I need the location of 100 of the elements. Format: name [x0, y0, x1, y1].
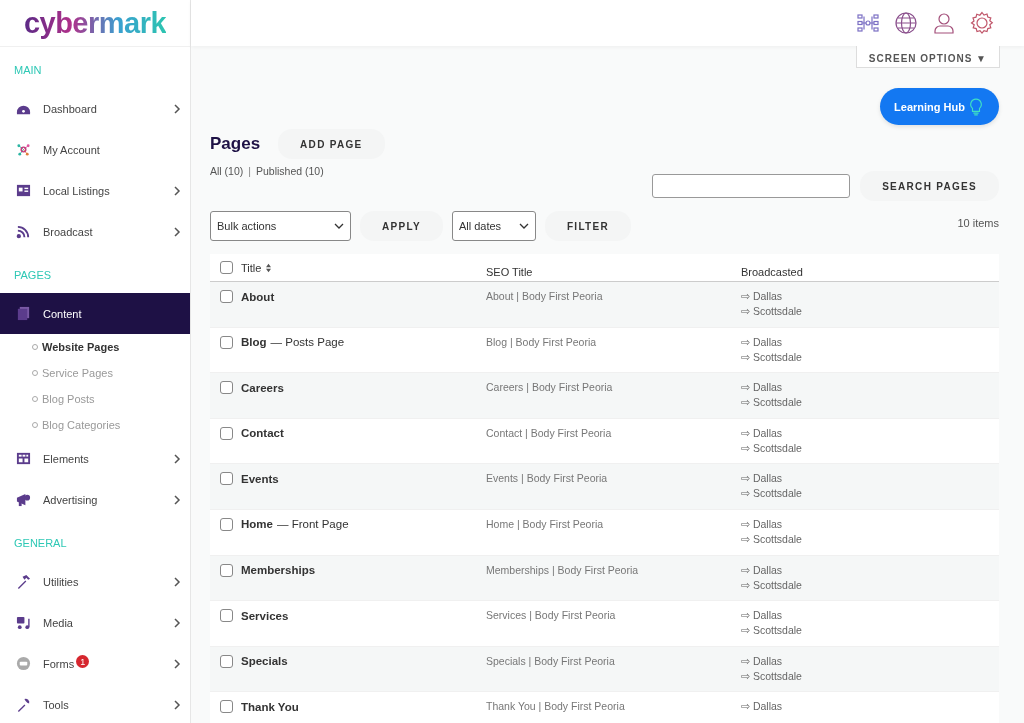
apply-button[interactable]: APPLY: [360, 211, 443, 241]
broadcast-site: ⇨ Dallas: [741, 290, 784, 302]
sidebar-item[interactable]: Forms 1: [0, 643, 190, 684]
count-badge: 1: [76, 655, 90, 668]
select-all-checkbox[interactable]: [220, 261, 233, 274]
documents-icon: [16, 306, 31, 321]
row-checkbox[interactable]: [220, 517, 233, 531]
settings-icon[interactable]: [970, 11, 994, 35]
sidebar-item[interactable]: My Account: [0, 129, 190, 170]
sidebar-item[interactable]: Tools: [0, 684, 190, 723]
lightbulb-icon: [969, 97, 983, 116]
grid-icon: [16, 451, 31, 466]
nodes-icon: [16, 142, 31, 157]
hammer-icon: [16, 574, 31, 589]
row-checkbox[interactable]: [220, 654, 233, 668]
page-title-link[interactable]: Blog — Posts Page: [241, 336, 345, 349]
seo-title-cell: Services | Body First Peoria: [486, 609, 616, 622]
sidebar-item[interactable]: Media: [0, 602, 190, 643]
filter-link[interactable]: All (10): [210, 165, 244, 177]
row-checkbox[interactable]: [220, 381, 233, 395]
sidebar-item[interactable]: Broadcast: [0, 211, 190, 252]
search-field[interactable]: [652, 174, 851, 198]
broadcast-site: ⇨ Dallas: [741, 700, 784, 713]
broadcast-site: ⇨ Scottsdale: [741, 487, 803, 500]
page-title-link[interactable]: Memberships: [241, 564, 316, 577]
page-title-link[interactable]: Home — Front Page: [241, 518, 349, 531]
column-header: Broadcasted: [741, 265, 803, 278]
broadcast-site: ⇨ Scottsdale: [741, 669, 803, 682]
broadcast-site: ⇨ Scottsdale: [741, 624, 803, 637]
broadcast-site: ⇨ Dallas: [741, 426, 784, 439]
row-checkbox[interactable]: [220, 609, 233, 623]
section-heading: MAIN: [13, 63, 43, 78]
sidebar-item[interactable]: Elements: [0, 438, 190, 479]
broadcast-site: ⇨ Dallas: [741, 472, 784, 485]
nav-label: Media: [43, 616, 73, 629]
rss-icon: [16, 224, 31, 239]
sidebar-item[interactable]: Advertising: [0, 479, 190, 520]
broadcast-site: ⇨ Dallas: [741, 335, 784, 348]
row-checkbox[interactable]: [220, 472, 233, 486]
seo-title-cell: Careers | Body First Peoria: [486, 381, 613, 394]
row-checkbox[interactable]: [220, 700, 233, 714]
column-header[interactable]: Title: [241, 261, 262, 274]
row-checkbox[interactable]: [220, 290, 233, 303]
row-checkbox[interactable]: [220, 563, 233, 577]
page-title: Pages: [210, 134, 261, 154]
search-pages-button[interactable]: SEARCH PAGES: [860, 171, 999, 201]
broadcast-site: ⇨ Dallas: [741, 563, 784, 576]
seo-title-cell: About | Body First Peoria: [486, 290, 603, 302]
page-title-link[interactable]: Specials: [241, 655, 288, 668]
sidebar-item[interactable]: Utilities: [0, 561, 190, 602]
seo-title-cell: Home | Body First Peoria: [486, 517, 604, 530]
section-heading: GENERAL: [13, 536, 68, 551]
page-title-link[interactable]: Careers: [241, 381, 284, 394]
row-checkbox[interactable]: [220, 335, 233, 349]
nav-label: Utilities: [43, 575, 79, 588]
nav-label: Forms: [43, 657, 75, 670]
nav-label: Local Listings: [43, 184, 110, 197]
seo-title-cell: Blog | Body First Peoria: [486, 335, 597, 348]
broadcast-site: ⇨ Scottsdale: [741, 441, 803, 454]
learning-hub-button[interactable]: Learning Hub: [880, 88, 999, 125]
nav-label: My Account: [43, 143, 100, 156]
submenu-item[interactable]: Website Pages: [0, 334, 190, 360]
page-title-link[interactable]: Services: [241, 609, 289, 622]
broadcast-site: ⇨ Scottsdale: [741, 532, 803, 545]
id-card-icon: [16, 183, 31, 198]
wrench-icon: [16, 697, 31, 712]
bulk-actions-select[interactable]: Bulk actions: [210, 211, 351, 241]
screen-options-button[interactable]: SCREEN OPTIONS ▼: [855, 46, 1000, 68]
date-select[interactable]: All dates: [451, 211, 536, 241]
page-title-link[interactable]: Events: [241, 472, 279, 485]
nav-label: Elements: [43, 452, 89, 465]
broadcast-site: ⇨ Scottsdale: [741, 578, 803, 591]
nav-label: Broadcast: [43, 225, 93, 238]
separator: |: [248, 165, 251, 177]
seo-title-cell: Thank You | Body First Peoria: [486, 700, 625, 713]
broadcast-site: ⇨ Scottsdale: [741, 350, 803, 363]
filter-link[interactable]: Published (10): [256, 165, 324, 177]
sidebar-item[interactable]: Content: [0, 293, 190, 334]
filter-button[interactable]: FILTER: [544, 211, 631, 241]
form-icon: [16, 656, 31, 671]
broadcast-site: ⇨ Dallas: [741, 609, 784, 622]
page-title-link[interactable]: About: [241, 290, 275, 303]
nav-label: Dashboard: [43, 102, 97, 115]
sort-icon[interactable]: [265, 262, 273, 273]
media-icon: [16, 615, 31, 630]
seo-title-cell: Memberships | Body First Peoria: [486, 563, 639, 576]
sitemap-icon[interactable]: [856, 11, 880, 35]
page-title-link[interactable]: Contact: [241, 427, 284, 440]
item-count: 10 items: [957, 216, 999, 229]
sidebar-item[interactable]: Local Listings: [0, 170, 190, 211]
sidebar-item[interactable]: Dashboard: [0, 88, 190, 129]
broadcast-site: ⇨ Scottsdale: [741, 305, 803, 317]
megaphone-icon: [16, 492, 31, 507]
row-checkbox[interactable]: [220, 426, 233, 440]
page-title-link[interactable]: Thank You: [241, 700, 299, 713]
add-page-button[interactable]: ADD PAGE: [278, 129, 385, 159]
user-icon[interactable]: [932, 11, 956, 35]
nav-label: Advertising: [43, 493, 98, 506]
nav-label: Content: [43, 307, 82, 320]
globe-icon[interactable]: [894, 11, 918, 35]
